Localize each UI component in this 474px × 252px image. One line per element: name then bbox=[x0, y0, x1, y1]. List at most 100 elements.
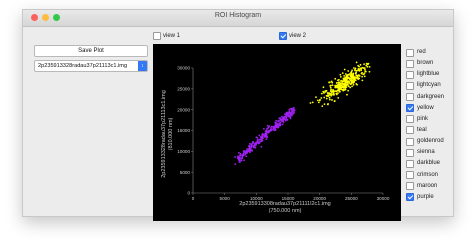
data-point bbox=[281, 123, 284, 126]
save-plot-button[interactable]: Save Plot bbox=[34, 45, 148, 57]
data-point bbox=[277, 120, 279, 122]
data-point bbox=[363, 63, 365, 66]
view-1-checkbox-box[interactable] bbox=[153, 32, 161, 40]
data-point bbox=[340, 84, 343, 87]
data-point bbox=[246, 148, 248, 150]
color-checkbox-sienna[interactable] bbox=[406, 148, 414, 157]
color-checkbox-lightcyan[interactable] bbox=[406, 81, 414, 90]
color-option-crimson[interactable]: crimson bbox=[406, 170, 452, 181]
y-tick-label: 10000 bbox=[177, 149, 190, 154]
color-checkbox-goldenrod[interactable] bbox=[406, 137, 414, 146]
data-point bbox=[323, 103, 326, 106]
data-point bbox=[309, 102, 312, 104]
color-checkbox-pink[interactable] bbox=[406, 115, 414, 124]
chevron-updown-icon[interactable]: ↕ bbox=[138, 61, 147, 71]
title-bar: ROI Histogram bbox=[23, 10, 453, 27]
data-point bbox=[286, 112, 289, 114]
color-checkbox-brown[interactable] bbox=[406, 59, 414, 68]
data-point bbox=[343, 74, 346, 77]
color-label: darkblue bbox=[417, 160, 441, 167]
data-point bbox=[275, 119, 278, 122]
data-point bbox=[292, 111, 295, 113]
color-option-red[interactable]: red bbox=[406, 47, 452, 58]
data-point bbox=[289, 117, 292, 120]
color-option-purple[interactable]: purple bbox=[406, 192, 452, 203]
data-point bbox=[334, 86, 337, 89]
data-point bbox=[330, 94, 333, 97]
data-point bbox=[251, 145, 253, 147]
data-point bbox=[317, 101, 320, 104]
color-checkbox-red[interactable] bbox=[406, 48, 414, 57]
color-option-lightblue[interactable]: lightblue bbox=[406, 69, 452, 80]
color-checkbox-yellow[interactable] bbox=[406, 104, 414, 113]
data-point bbox=[341, 72, 344, 74]
color-option-darkgreen[interactable]: darkgreen bbox=[406, 92, 452, 103]
color-filter-list: red brown lightblue lightcyan darkgreen yello… bbox=[406, 47, 452, 203]
data-point bbox=[347, 82, 349, 85]
scatter-chart-svg: 0 5000 10000 15000 20000 25000 300000500010000… bbox=[161, 61, 390, 214]
data-point bbox=[292, 106, 295, 109]
data-point bbox=[254, 146, 257, 149]
view-2-checkbox[interactable]: view 2 bbox=[279, 32, 306, 40]
data-point bbox=[329, 85, 331, 87]
data-point bbox=[329, 89, 332, 92]
color-option-goldenrod[interactable]: goldenrod bbox=[406, 136, 452, 147]
data-point bbox=[351, 69, 354, 72]
data-point bbox=[355, 82, 358, 85]
y-axis-label: 2p235913328radau37p21113c1.img bbox=[161, 90, 167, 178]
color-option-darkblue[interactable]: darkblue bbox=[406, 158, 452, 169]
data-point bbox=[265, 138, 268, 140]
data-point bbox=[268, 125, 271, 128]
data-point bbox=[242, 154, 245, 157]
data-point bbox=[358, 68, 361, 71]
data-point bbox=[245, 155, 248, 158]
color-label: goldenrod bbox=[417, 138, 444, 145]
data-point bbox=[368, 65, 371, 68]
color-checkbox-darkgreen[interactable] bbox=[406, 93, 414, 102]
data-point bbox=[322, 86, 325, 89]
color-checkbox-lightblue[interactable] bbox=[406, 70, 414, 79]
color-option-brown[interactable]: brown bbox=[406, 58, 452, 69]
view-1-checkbox[interactable]: view 1 bbox=[153, 32, 180, 40]
color-option-yellow[interactable]: yellow bbox=[406, 103, 452, 114]
data-point bbox=[260, 145, 263, 148]
data-point bbox=[343, 89, 346, 91]
color-checkbox-teal[interactable] bbox=[406, 126, 414, 135]
data-point bbox=[273, 127, 276, 130]
data-point bbox=[318, 99, 321, 102]
data-point bbox=[237, 156, 240, 159]
data-point bbox=[346, 74, 349, 76]
data-point bbox=[358, 75, 361, 77]
color-label: darkgreen bbox=[417, 93, 445, 100]
data-point bbox=[323, 96, 326, 99]
data-point bbox=[354, 68, 356, 71]
color-option-lightcyan[interactable]: lightcyan bbox=[406, 80, 452, 91]
color-label: yellow bbox=[417, 104, 434, 111]
color-checkbox-crimson[interactable] bbox=[406, 171, 414, 180]
color-checkbox-purple[interactable] bbox=[406, 193, 414, 202]
color-label: purple bbox=[417, 193, 434, 200]
data-point bbox=[328, 96, 331, 99]
data-point bbox=[264, 135, 267, 138]
color-option-sienna[interactable]: sienna bbox=[406, 147, 452, 158]
color-option-pink[interactable]: pink bbox=[406, 114, 452, 125]
color-label: sienna bbox=[417, 149, 435, 156]
data-point bbox=[361, 79, 364, 82]
data-point bbox=[321, 105, 324, 108]
y-tick-label: 15000 bbox=[177, 128, 190, 133]
color-option-teal[interactable]: teal bbox=[406, 125, 452, 136]
y-axis-unit: (810.000 nm) bbox=[168, 117, 174, 150]
color-checkbox-maroon[interactable] bbox=[406, 182, 414, 191]
x-tick-label: 5000 bbox=[220, 196, 231, 201]
data-point bbox=[363, 75, 366, 78]
data-point bbox=[347, 76, 350, 79]
data-point bbox=[358, 65, 360, 68]
data-point bbox=[253, 145, 256, 147]
view-2-checkbox-box[interactable] bbox=[279, 32, 287, 40]
data-point bbox=[325, 89, 328, 92]
data-point bbox=[339, 75, 342, 78]
image-select-dropdown[interactable]: 2p235913328radau37p21113c1.img ↕ bbox=[34, 60, 148, 72]
data-point bbox=[238, 161, 241, 163]
color-checkbox-darkblue[interactable] bbox=[406, 159, 414, 168]
color-option-maroon[interactable]: maroon bbox=[406, 181, 452, 192]
